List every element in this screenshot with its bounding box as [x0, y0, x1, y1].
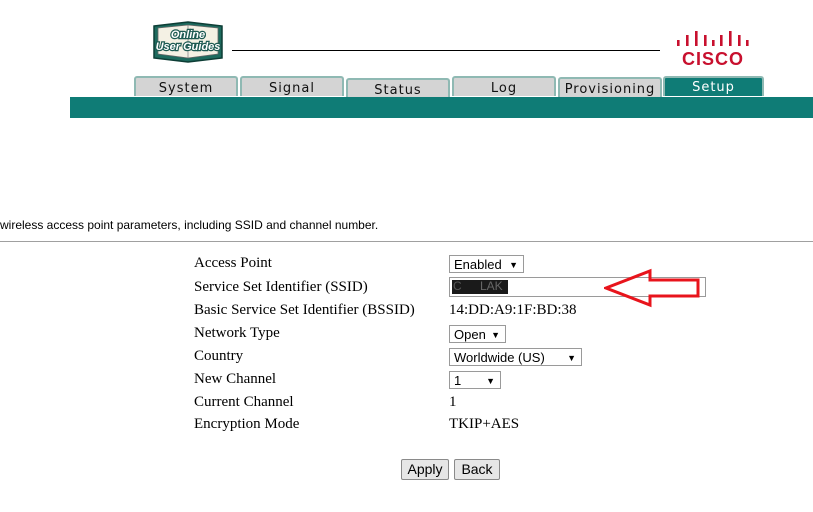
- red-arrow-annotation: [601, 268, 700, 308]
- chevron-down-icon: ▼: [509, 260, 518, 270]
- current-channel-value: 1: [449, 394, 457, 410]
- tab-signal[interactable]: Signal: [240, 76, 344, 96]
- cisco-logo: CISCO: [672, 26, 754, 70]
- page-description: wireless access point parameters, includ…: [0, 218, 379, 232]
- new-channel-select[interactable]: 1 ▼: [449, 371, 501, 389]
- chevron-down-icon: ▼: [491, 330, 500, 340]
- access-point-value: Enabled: [454, 257, 502, 272]
- access-point-select[interactable]: Enabled ▼: [449, 255, 524, 273]
- bssid-label: Basic Service Set Identifier (BSSID): [194, 302, 415, 318]
- tab-setup[interactable]: Setup: [663, 76, 764, 96]
- tab-log[interactable]: Log: [452, 76, 556, 96]
- back-button[interactable]: Back: [454, 459, 500, 480]
- new-channel-label: New Channel: [194, 371, 277, 387]
- ssid-value-prefix: C: [453, 279, 462, 293]
- ssid-value-suffix: LAK: [480, 279, 503, 293]
- tab-system[interactable]: System: [134, 76, 238, 96]
- svg-text:Online: Online: [171, 29, 205, 41]
- network-type-value: Open: [454, 327, 486, 342]
- main-tabs: System Signal Status Log Provisioning Se…: [134, 76, 766, 98]
- current-channel-label: Current Channel: [194, 394, 294, 410]
- network-type-select[interactable]: Open ▼: [449, 325, 506, 343]
- tab-provisioning[interactable]: Provisioning: [558, 77, 662, 97]
- nav-bar: [70, 97, 813, 118]
- chevron-down-icon: ▼: [567, 353, 576, 363]
- header-divider: [232, 50, 660, 51]
- network-type-label: Network Type: [194, 325, 280, 341]
- country-value: Worldwide (US): [454, 350, 545, 365]
- cisco-wordmark: CISCO: [681, 49, 744, 69]
- access-point-label: Access Point: [194, 255, 272, 271]
- new-channel-value: 1: [454, 373, 462, 388]
- bssid-value: 14:DD:A9:1F:BD:38: [449, 302, 577, 318]
- tab-status[interactable]: Status: [346, 78, 450, 98]
- country-select[interactable]: Worldwide (US) ▼: [449, 348, 582, 366]
- chevron-down-icon: ▼: [486, 376, 495, 386]
- description-divider: [0, 241, 813, 242]
- encryption-mode-value: TKIP+AES: [449, 416, 520, 432]
- ssid-label: Service Set Identifier (SSID): [194, 279, 368, 295]
- apply-button[interactable]: Apply: [401, 459, 449, 480]
- online-user-guides-logo[interactable]: Online User Guides: [148, 18, 228, 64]
- svg-text:User Guides: User Guides: [156, 41, 221, 53]
- country-label: Country: [194, 348, 244, 364]
- encryption-mode-label: Encryption Mode: [194, 416, 300, 432]
